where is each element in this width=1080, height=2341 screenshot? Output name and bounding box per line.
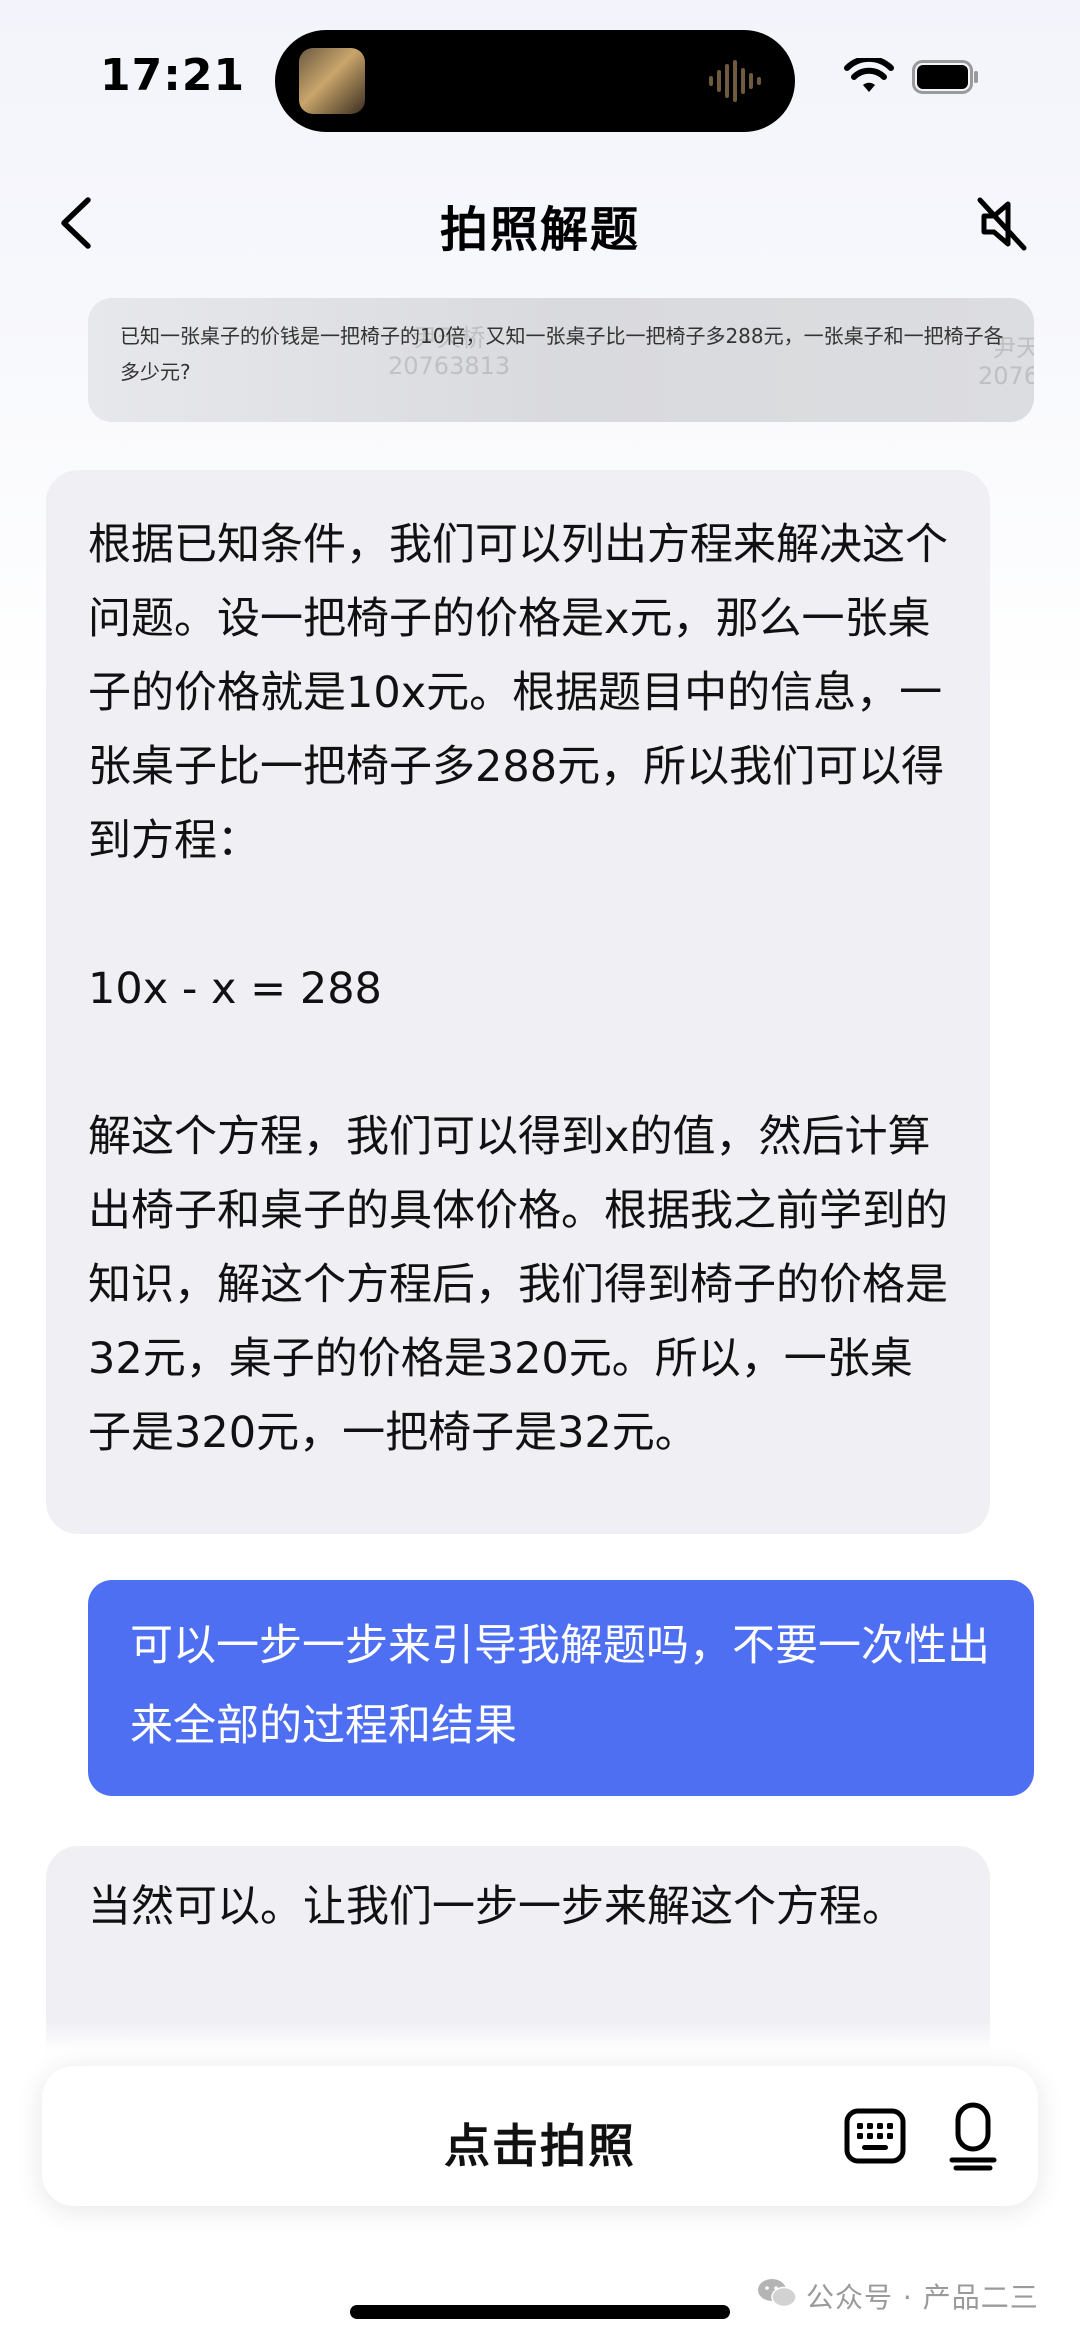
source-label: 公众号 · 产品二三 [806,2281,1039,2314]
question-photo-card[interactable]: 尹天桥 20763813 尹天 20763 已知一张桌子的价钱是一把椅子的10倍… [88,298,1034,422]
page-title: 拍照解题 [439,202,640,258]
speaker-muted-icon[interactable] [976,196,1028,252]
microphone-icon[interactable] [948,2102,998,2172]
user-message: 可以一步一步来引导我解题吗，不要一次性出来全部的过程和结果 [88,1580,1034,1796]
dynamic-island[interactable] [275,30,795,132]
battery-icon [912,60,978,94]
keyboard-icon[interactable] [844,2108,906,2164]
input-bar: 点击拍照 [42,2066,1038,2206]
home-indicator[interactable] [350,2305,730,2319]
assistant-message-text: 当然可以。让我们一步一步来解这个方程。 [88,1882,905,1932]
now-playing-artwork [299,48,365,114]
audio-waveform-icon [709,60,761,102]
question-text: 已知一张桌子的价钱是一把椅子的10倍，又知一张桌子比一把椅子多288元，一张桌子… [120,324,1004,384]
wechat-icon [758,2279,797,2308]
assistant-message-text: 根据已知条件，我们可以列出方程来解决这个问题。设一把椅子的价格是x元，那么一张桌… [88,520,948,1458]
wifi-icon [844,58,894,92]
status-time: 17:21 [100,50,246,101]
user-message-text: 可以一步一步来引导我解题吗，不要一次性出来全部的过程和结果 [130,1621,990,1751]
assistant-message: 根据已知条件，我们可以列出方程来解决这个问题。设一把椅子的价格是x元，那么一张桌… [46,470,990,1534]
